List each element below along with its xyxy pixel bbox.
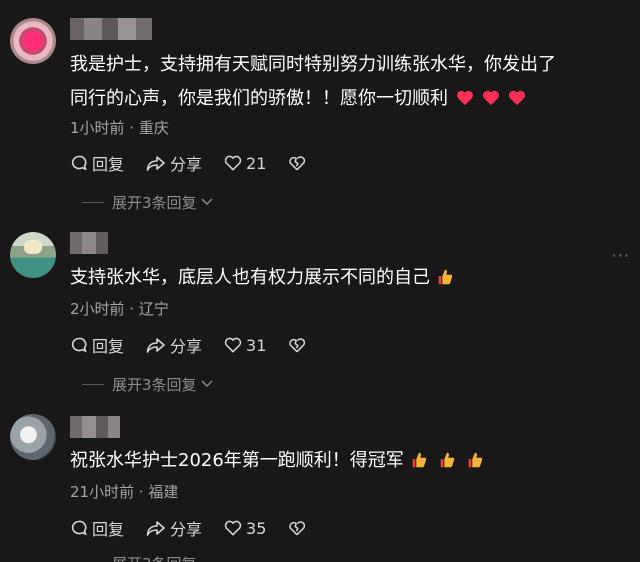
share-label: 分享	[170, 520, 203, 539]
thumbs-up-icon	[440, 452, 455, 468]
broken-heart-icon	[289, 521, 306, 536]
comment-text-line: 祝张水华护士2026年第一跑顺利！得冠军	[70, 450, 404, 471]
comment-actions: 回复 分享 31	[70, 334, 332, 356]
expand-replies-label: 展开3条回复	[112, 553, 197, 562]
comment-text-line: 我是护士，支持拥有天赋同时特别努力训练张水华，你发出了	[70, 54, 556, 75]
thumbs-up-icon	[468, 452, 483, 468]
reply-button[interactable]: 回复	[70, 151, 124, 175]
comment-meta: 2小时前 · 辽宁	[70, 300, 169, 318]
avatar[interactable]	[10, 232, 56, 278]
comment-bubble-icon	[71, 337, 87, 353]
comment-text: 祝张水华护士2026年第一跑顺利！得冠军	[70, 444, 484, 478]
divider	[82, 383, 104, 385]
share-button[interactable]: 分享	[146, 333, 202, 357]
dislike-button[interactable]	[288, 520, 310, 536]
red-heart-icon	[457, 90, 473, 106]
share-button[interactable]: 分享	[146, 151, 202, 175]
thumbs-up-icon	[438, 269, 453, 285]
comment-meta: 21小时前 · 福建	[70, 483, 179, 501]
dislike-button[interactable]	[288, 155, 310, 171]
expand-replies-label: 展开3条回复	[112, 193, 197, 212]
reply-label: 回复	[92, 520, 125, 539]
like-count: 31	[246, 335, 267, 355]
comment-text-line: 同行的心声，你是我们的骄傲！！愿你一切顺利	[70, 82, 556, 116]
reply-label: 回复	[92, 337, 125, 356]
comment-meta: 1小时前 · 重庆	[70, 119, 169, 137]
broken-heart-icon	[289, 156, 306, 171]
expand-replies-label: 展开3条回复	[112, 375, 197, 394]
comment-text-line: 支持张水华，底层人也有权力展示不同的自己	[70, 267, 430, 288]
username-blurred[interactable]	[70, 416, 120, 438]
like-count: 35	[246, 518, 267, 538]
share-label: 分享	[170, 155, 203, 174]
comment-text: 我是护士，支持拥有天赋同时特别努力训练张水华，你发出了 同行的心声，你是我们的骄…	[70, 48, 556, 116]
expand-replies-button[interactable]: 展开3条回复	[82, 374, 214, 394]
comment-bubble-icon	[71, 520, 87, 536]
chevron-down-icon	[201, 380, 213, 388]
like-button[interactable]: 35	[224, 519, 266, 538]
reply-button[interactable]: 回复	[70, 516, 124, 540]
share-arrow-icon	[146, 156, 165, 171]
like-button[interactable]: 21	[224, 154, 266, 173]
avatar[interactable]	[10, 414, 56, 460]
share-arrow-icon	[146, 338, 165, 353]
username-blurred[interactable]	[70, 232, 108, 254]
comment-actions: 回复 分享 21	[70, 152, 332, 174]
red-heart-icon	[509, 90, 525, 106]
share-button[interactable]: 分享	[146, 516, 202, 540]
thumbs-up-icon	[412, 452, 427, 468]
comment-actions: 回复 分享 35	[70, 517, 332, 539]
like-count: 21	[246, 153, 267, 173]
chevron-down-icon	[201, 198, 213, 206]
heart-outline-icon	[224, 337, 242, 353]
username-blurred[interactable]	[70, 18, 152, 40]
divider	[82, 201, 104, 203]
comment-text-line2: 同行的心声，你是我们的骄傲！！愿你一切顺利	[70, 88, 448, 109]
avatar[interactable]	[10, 18, 56, 64]
expand-replies-button[interactable]: 展开3条回复	[82, 192, 214, 212]
more-options-icon[interactable]: ···	[612, 246, 630, 265]
reply-button[interactable]: 回复	[70, 333, 124, 357]
expand-replies-button[interactable]: 展开3条回复	[82, 553, 197, 562]
reply-label: 回复	[92, 155, 125, 174]
like-button[interactable]: 31	[224, 336, 266, 355]
heart-outline-icon	[224, 155, 242, 171]
share-arrow-icon	[146, 521, 165, 536]
dislike-button[interactable]	[288, 337, 310, 353]
comment-bubble-icon	[71, 155, 87, 171]
broken-heart-icon	[289, 338, 306, 353]
comment-1: 我是护士，支持拥有天赋同时特别努力训练张水华，你发出了 同行的心声，你是我们的骄…	[0, 0, 640, 212]
red-heart-icon	[483, 90, 499, 106]
heart-outline-icon	[224, 520, 242, 536]
share-label: 分享	[170, 337, 203, 356]
comment-text: 支持张水华，底层人也有权力展示不同的自己	[70, 261, 454, 295]
